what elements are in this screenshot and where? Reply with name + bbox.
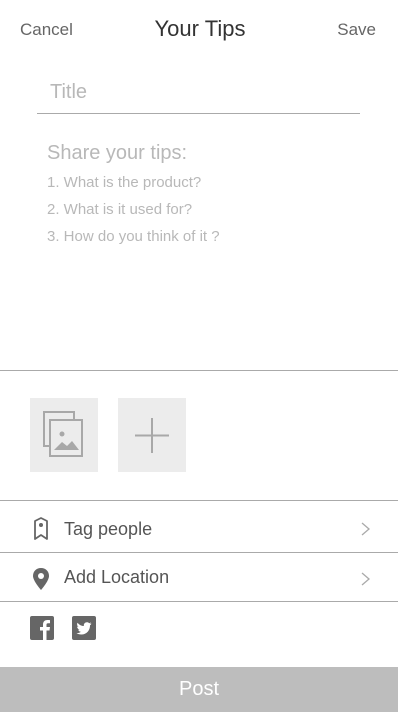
post-button[interactable]: Post <box>0 667 398 712</box>
header-bar: Cancel Your Tips Save <box>0 0 400 58</box>
tag-people-label: Tag people <box>64 519 153 539</box>
location-pin-icon <box>33 568 49 590</box>
divider <box>0 370 398 371</box>
tag-icon <box>34 517 48 540</box>
plus-icon <box>135 418 169 453</box>
add-location-row[interactable]: Add Location <box>0 553 398 603</box>
add-media-button[interactable] <box>118 398 186 472</box>
tag-people-row[interactable]: Tag people <box>0 503 398 553</box>
tips-placeholder-line: 3. How do you think of it ? <box>47 228 220 245</box>
tips-placeholder-line: 2. What is it used for? <box>47 201 193 218</box>
chevron-right-icon <box>361 522 370 536</box>
title-input[interactable] <box>37 72 360 114</box>
chevron-right-icon <box>361 572 370 586</box>
tips-text-area[interactable]: Share your tips: 1. What is the product?… <box>37 138 360 360</box>
add-location-label: Add Location <box>64 567 170 587</box>
gallery-icon <box>43 411 83 457</box>
save-button[interactable]: Save <box>337 20 376 40</box>
facebook-icon[interactable] <box>30 616 54 640</box>
divider <box>0 601 398 602</box>
tips-placeholder-heading: Share your tips: <box>47 142 188 164</box>
tips-placeholder-line: 1. What is the product? <box>47 174 202 191</box>
divider <box>0 500 398 501</box>
add-photo-from-gallery-button[interactable] <box>30 398 98 472</box>
twitter-icon[interactable] <box>72 616 96 640</box>
